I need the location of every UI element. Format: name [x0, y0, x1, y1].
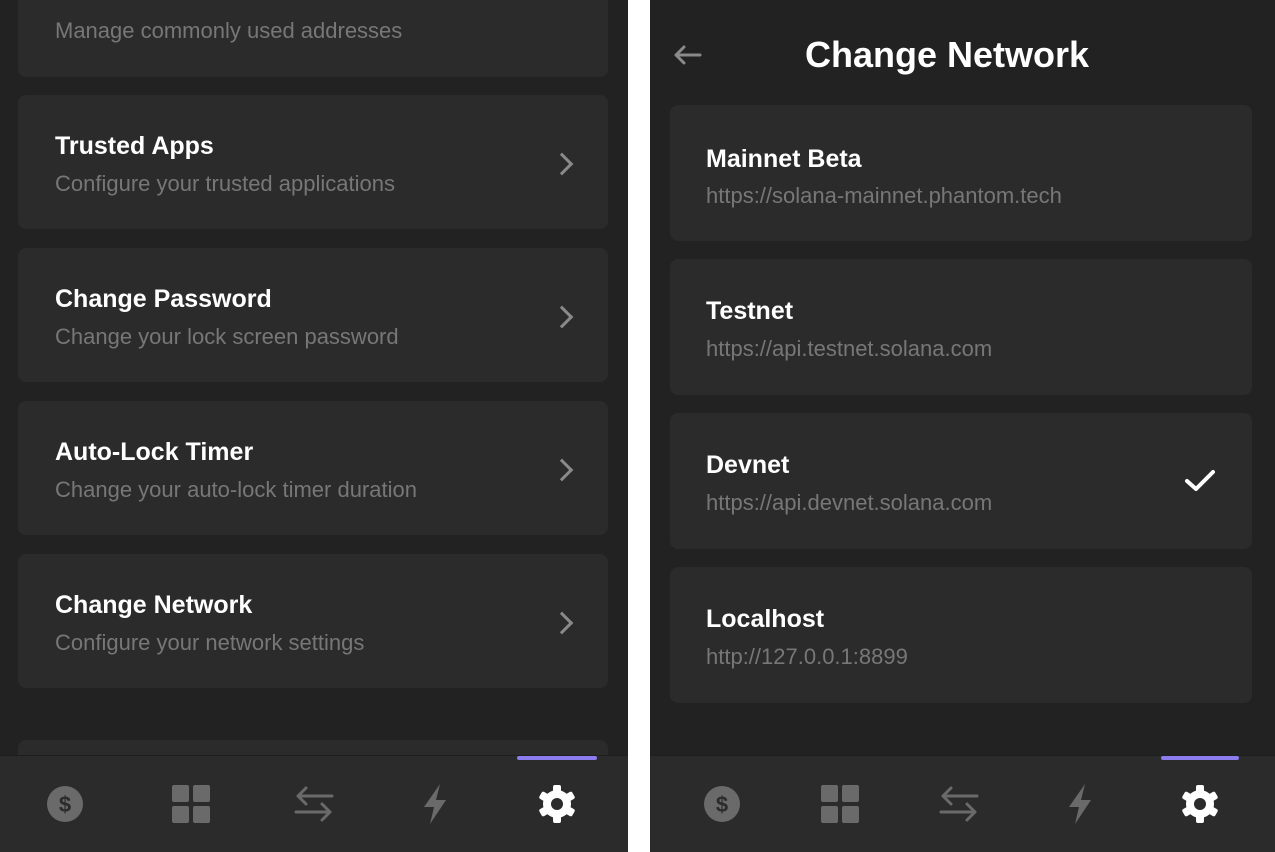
- page-title: Change Network: [805, 34, 1090, 75]
- network-url: https://solana-mainnet.phantom.tech: [706, 183, 1062, 208]
- address-book-item[interactable]: Manage commonly used addresses: [18, 0, 608, 77]
- tab-activity[interactable]: [395, 756, 475, 852]
- auto-lock-timer-item[interactable]: Auto-Lock Timer Change your auto-lock ti…: [18, 401, 608, 535]
- network-url: https://api.devnet.solana.com: [706, 490, 993, 515]
- tab-wallet[interactable]: $: [682, 756, 762, 852]
- auto-lock-timer-subtitle: Change your auto-lock timer duration: [55, 477, 417, 502]
- svg-text:$: $: [716, 792, 728, 817]
- trusted-apps-title: Trusted Apps: [55, 132, 214, 160]
- tab-swap[interactable]: [919, 756, 999, 852]
- tab-collectibles[interactable]: [151, 756, 231, 852]
- tab-activity[interactable]: [1040, 756, 1120, 852]
- network-name: Localhost: [706, 605, 825, 633]
- trusted-apps-subtitle: Configure your trusted applications: [55, 171, 395, 196]
- tab-settings[interactable]: [517, 756, 597, 852]
- change-password-title: Change Password: [55, 285, 272, 313]
- change-network-subtitle: Configure your network settings: [55, 630, 365, 655]
- chevron-right-icon: [550, 152, 574, 176]
- chevron-right-icon: [550, 305, 574, 329]
- gear-icon: [539, 785, 575, 823]
- grid-icon: [821, 785, 859, 823]
- network-item-mainnet-beta[interactable]: Mainnet Beta https://solana-mainnet.phan…: [670, 105, 1252, 241]
- change-password-subtitle: Change your lock screen password: [55, 324, 399, 349]
- dollar-icon: $: [47, 786, 83, 822]
- change-password-item[interactable]: Change Password Change your lock screen …: [18, 248, 608, 382]
- network-item-localhost[interactable]: Localhost http://127.0.0.1:8899: [670, 567, 1252, 703]
- settings-panel: Manage commonly used addresses Trusted A…: [0, 0, 628, 852]
- network-name: Devnet: [706, 451, 790, 479]
- tab-bar: $: [0, 755, 628, 852]
- change-network-item[interactable]: Change Network Configure your network se…: [18, 554, 608, 688]
- chevron-right-icon: [550, 611, 574, 635]
- change-network-panel: Change Network Mainnet Beta https://sola…: [650, 0, 1275, 852]
- dollar-icon: $: [704, 786, 740, 822]
- tab-wallet[interactable]: $: [25, 756, 105, 852]
- tab-settings[interactable]: [1160, 756, 1240, 852]
- checkmark-icon: [1185, 470, 1215, 491]
- grid-icon: [172, 785, 210, 823]
- network-name: Testnet: [706, 297, 794, 325]
- network-item-testnet[interactable]: Testnet https://api.testnet.solana.com: [670, 259, 1252, 395]
- svg-text:$: $: [59, 792, 71, 817]
- tab-bar: $: [650, 755, 1275, 852]
- lightning-icon: [1069, 784, 1091, 824]
- network-name: Mainnet Beta: [706, 145, 862, 173]
- swap-icon: [294, 786, 334, 822]
- swap-icon: [939, 786, 979, 822]
- network-url: https://api.testnet.solana.com: [706, 336, 993, 361]
- gear-icon: [1182, 785, 1218, 823]
- tab-swap[interactable]: [274, 756, 354, 852]
- chevron-right-icon: [550, 458, 574, 482]
- back-arrow-icon[interactable]: [672, 43, 702, 67]
- network-url: http://127.0.0.1:8899: [706, 644, 908, 669]
- network-item-devnet[interactable]: Devnet https://api.devnet.solana.com: [670, 413, 1252, 549]
- lightning-icon: [424, 784, 446, 824]
- auto-lock-timer-title: Auto-Lock Timer: [55, 438, 254, 466]
- tab-collectibles[interactable]: [800, 756, 880, 852]
- trusted-apps-item[interactable]: Trusted Apps Configure your trusted appl…: [18, 95, 608, 229]
- address-book-subtitle: Manage commonly used addresses: [55, 18, 403, 43]
- change-network-title: Change Network: [55, 591, 253, 619]
